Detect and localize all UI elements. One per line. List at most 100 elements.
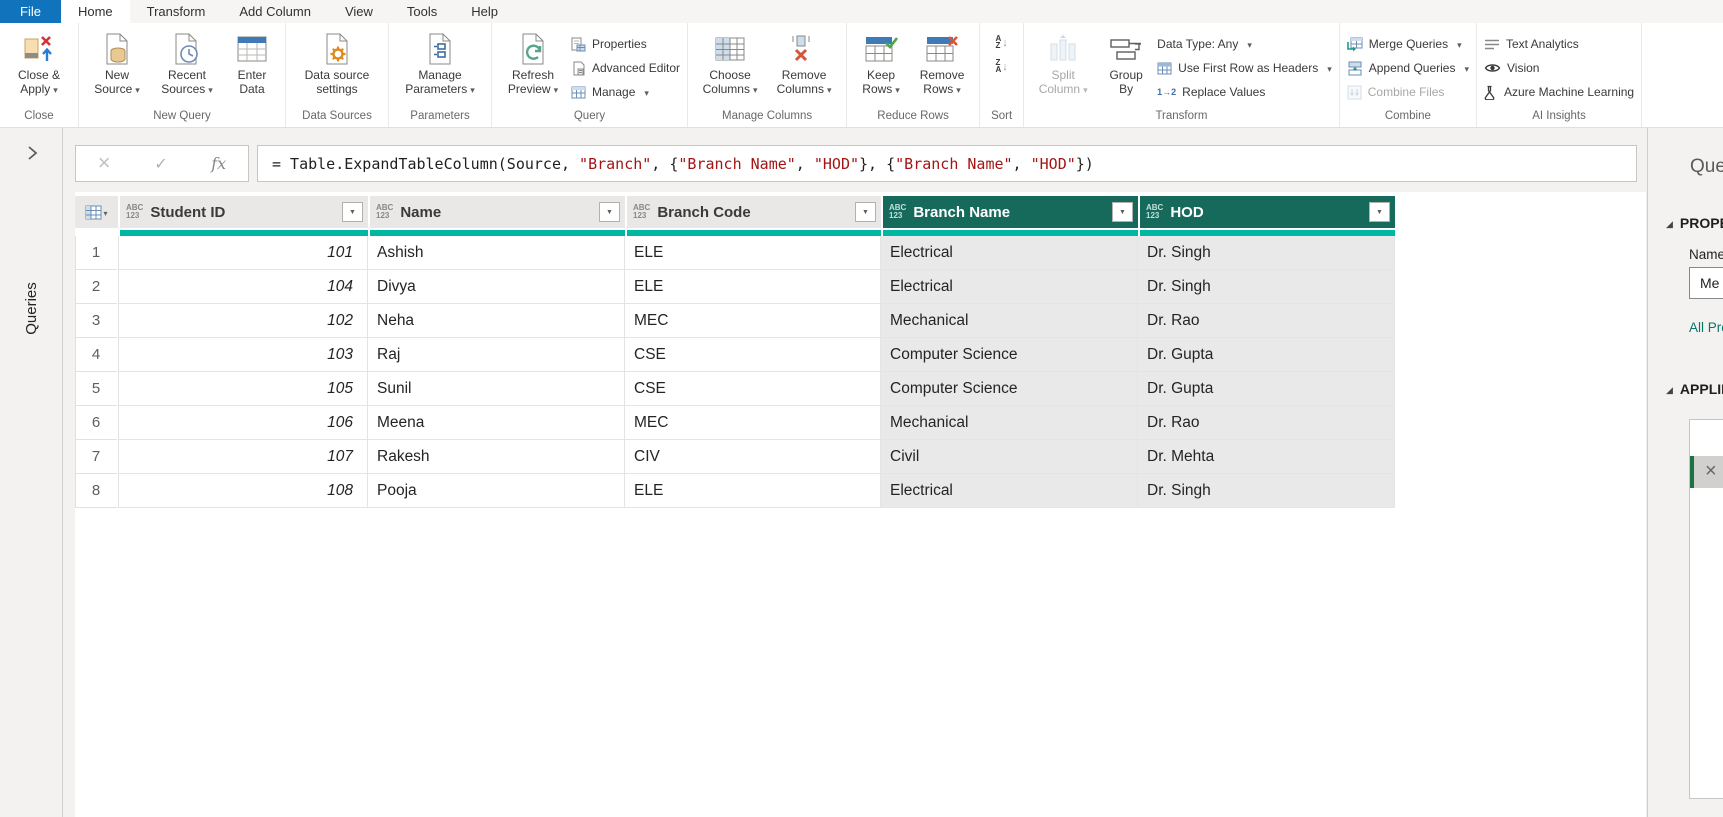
advanced-editor-button[interactable]: Advanced Editor bbox=[571, 58, 680, 78]
row-number[interactable]: 7 bbox=[75, 440, 118, 474]
cell-branch-code[interactable]: MEC bbox=[625, 406, 881, 440]
cell-hod[interactable]: Dr. Rao bbox=[1138, 304, 1395, 338]
vision-button[interactable]: Vision bbox=[1484, 58, 1634, 78]
cell-hod[interactable]: Dr. Singh bbox=[1138, 474, 1395, 508]
tab-view[interactable]: View bbox=[328, 0, 390, 23]
cell-branch-name[interactable]: Electrical bbox=[881, 236, 1138, 270]
remove-columns-button[interactable]: Remove Columns bbox=[769, 26, 839, 109]
cell-branch-name[interactable]: Mechanical bbox=[881, 406, 1138, 440]
cell-hod[interactable]: Dr. Gupta bbox=[1138, 338, 1395, 372]
filter-button[interactable] bbox=[1112, 202, 1133, 222]
cell-branch-name[interactable]: Mechanical bbox=[881, 304, 1138, 338]
cell-student-id[interactable]: 101 bbox=[118, 236, 368, 270]
cell-branch-name[interactable]: Computer Science bbox=[881, 338, 1138, 372]
cell-branch-code[interactable]: ELE bbox=[625, 474, 881, 508]
row-number[interactable]: 8 bbox=[75, 474, 118, 508]
azure-ml-button[interactable]: Azure Machine Learning bbox=[1484, 82, 1634, 102]
cell-name[interactable]: Raj bbox=[368, 338, 625, 372]
cell-branch-code[interactable]: CSE bbox=[625, 372, 881, 406]
all-properties-link[interactable]: All Properties bbox=[1689, 320, 1723, 335]
cell-student-id[interactable]: 107 bbox=[118, 440, 368, 474]
sort-descending-button[interactable]: ZA bbox=[995, 57, 1007, 75]
cell-student-id[interactable]: 108 bbox=[118, 474, 368, 508]
filter-button[interactable] bbox=[1369, 202, 1390, 222]
new-source-button[interactable]: New Source bbox=[86, 26, 148, 109]
queries-pane-label[interactable]: Queries bbox=[23, 282, 40, 335]
cell-name[interactable]: Sunil bbox=[368, 372, 625, 406]
close-apply-button[interactable]: Close & Apply bbox=[7, 26, 71, 109]
column-header-student-id[interactable]: ABC123 Student ID bbox=[118, 196, 368, 228]
column-header-branch-name[interactable]: ABC123 Branch Name bbox=[881, 196, 1138, 228]
cell-hod[interactable]: Dr. Singh bbox=[1138, 236, 1395, 270]
merge-queries-button[interactable]: Merge Queries bbox=[1347, 34, 1469, 54]
manage-button[interactable]: Manage bbox=[571, 82, 680, 102]
cell-branch-code[interactable]: ELE bbox=[625, 236, 881, 270]
cell-hod[interactable]: Dr. Gupta bbox=[1138, 372, 1395, 406]
cell-branch-name[interactable]: Civil bbox=[881, 440, 1138, 474]
recent-sources-button[interactable]: Recent Sources bbox=[152, 26, 222, 109]
group-by-button[interactable]: Group By bbox=[1099, 26, 1153, 109]
enter-data-button[interactable]: Enter Data bbox=[226, 26, 278, 109]
applied-step-row-selected[interactable] bbox=[1690, 456, 1723, 488]
row-number[interactable]: 1 bbox=[75, 236, 118, 270]
choose-columns-button[interactable]: Choose Columns bbox=[695, 26, 765, 109]
cell-branch-name[interactable]: Electrical bbox=[881, 474, 1138, 508]
cell-branch-code[interactable]: ELE bbox=[625, 270, 881, 304]
cell-branch-name[interactable]: Computer Science bbox=[881, 372, 1138, 406]
cell-student-id[interactable]: 104 bbox=[118, 270, 368, 304]
cell-branch-name[interactable]: Electrical bbox=[881, 270, 1138, 304]
column-header-name[interactable]: ABC123 Name bbox=[368, 196, 625, 228]
filter-button[interactable] bbox=[599, 202, 620, 222]
cell-hod[interactable]: Dr. Rao bbox=[1138, 406, 1395, 440]
applied-step-row[interactable] bbox=[1690, 420, 1723, 456]
data-source-settings-button[interactable]: Data source settings bbox=[293, 26, 381, 109]
use-first-row-as-headers-button[interactable]: Use First Row as Headers bbox=[1157, 58, 1332, 78]
cell-hod[interactable]: Dr. Mehta bbox=[1138, 440, 1395, 474]
cell-name[interactable]: Divya bbox=[368, 270, 625, 304]
expand-formula-bar-button[interactable] bbox=[1570, 156, 1624, 182]
cancel-formula-icon[interactable] bbox=[98, 153, 111, 175]
column-header-branch-code[interactable]: ABC123 Branch Code bbox=[625, 196, 881, 228]
data-type-button[interactable]: Data Type: Any bbox=[1157, 34, 1332, 54]
row-number[interactable]: 4 bbox=[75, 338, 118, 372]
cell-branch-code[interactable]: MEC bbox=[625, 304, 881, 338]
append-queries-button[interactable]: Append Queries bbox=[1347, 58, 1469, 78]
manage-parameters-button[interactable]: Manage Parameters bbox=[396, 26, 484, 109]
tab-transform[interactable]: Transform bbox=[130, 0, 223, 23]
cell-hod[interactable]: Dr. Singh bbox=[1138, 270, 1395, 304]
cell-student-id[interactable]: 102 bbox=[118, 304, 368, 338]
filter-button[interactable] bbox=[342, 202, 363, 222]
tab-add-column[interactable]: Add Column bbox=[222, 0, 328, 23]
refresh-preview-button[interactable]: Refresh Preview bbox=[499, 26, 567, 109]
cell-student-id[interactable]: 106 bbox=[118, 406, 368, 440]
tab-file[interactable]: File bbox=[0, 0, 61, 23]
cell-student-id[interactable]: 103 bbox=[118, 338, 368, 372]
row-number[interactable]: 5 bbox=[75, 372, 118, 406]
cell-name[interactable]: Ashish bbox=[368, 236, 625, 270]
properties-button[interactable]: Properties bbox=[571, 34, 680, 54]
tab-help[interactable]: Help bbox=[454, 0, 515, 23]
commit-formula-icon[interactable] bbox=[154, 154, 167, 174]
split-column-button[interactable]: Split Column bbox=[1031, 26, 1095, 109]
cell-name[interactable]: Pooja bbox=[368, 474, 625, 508]
row-number[interactable]: 3 bbox=[75, 304, 118, 338]
tab-tools[interactable]: Tools bbox=[390, 0, 454, 23]
tab-home[interactable]: Home bbox=[61, 0, 130, 23]
remove-rows-button[interactable]: Remove Rows bbox=[912, 26, 972, 109]
formula-input[interactable]: = Table.ExpandTableColumn(Source, "Branc… bbox=[257, 145, 1637, 182]
cell-name[interactable]: Rakesh bbox=[368, 440, 625, 474]
select-all-corner-button[interactable] bbox=[75, 196, 118, 228]
filter-button[interactable] bbox=[855, 202, 876, 222]
column-header-hod[interactable]: ABC123 HOD bbox=[1138, 196, 1395, 228]
combine-files-button[interactable]: Combine Files bbox=[1347, 82, 1469, 102]
cell-name[interactable]: Neha bbox=[368, 304, 625, 338]
cell-student-id[interactable]: 105 bbox=[118, 372, 368, 406]
replace-values-button[interactable]: Replace Values bbox=[1157, 82, 1332, 102]
cell-name[interactable]: Meena bbox=[368, 406, 625, 440]
fx-icon[interactable] bbox=[211, 154, 226, 174]
sort-ascending-button[interactable]: AZ bbox=[995, 33, 1007, 51]
applied-steps-section-header[interactable]: APPLIED STEPS bbox=[1666, 380, 1723, 398]
query-name-input[interactable] bbox=[1689, 267, 1723, 299]
row-number[interactable]: 2 bbox=[75, 270, 118, 304]
row-number[interactable]: 6 bbox=[75, 406, 118, 440]
